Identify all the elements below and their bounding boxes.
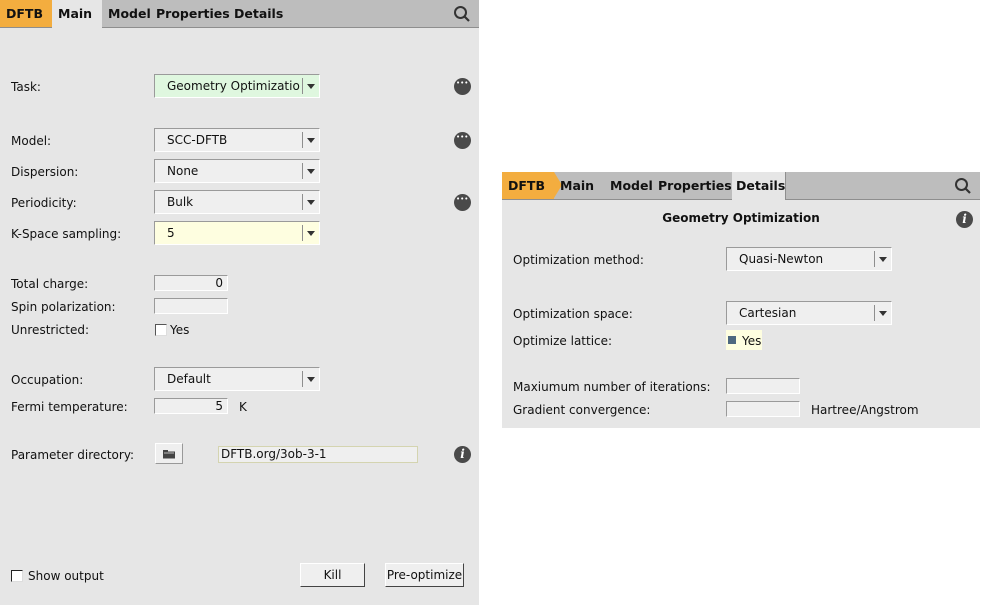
tab-properties[interactable]: Properties [156,0,230,27]
occupation-select[interactable]: Default [154,367,320,391]
occupation-label: Occupation: [11,373,84,387]
dispersion-select[interactable]: None [154,159,320,183]
breadcrumb-label: DFTB [508,178,545,193]
chevron-down-icon [307,200,315,205]
breadcrumb-dftb[interactable]: DFTB [502,172,562,199]
model-more-icon[interactable] [454,132,471,149]
optimize-lattice-label: Optimize lattice: [513,334,613,348]
unrestricted-option: Yes [170,323,190,337]
dispersion-label: Dispersion: [11,165,79,179]
pre-optimize-button[interactable]: Pre-optimize [385,563,464,587]
optimization-space-value: Cartesian [739,306,797,320]
max-iterations-label: Maxiumum number of iterations: [513,380,711,394]
tab-bar: DFTB Main Model Properties Details [502,172,980,200]
kspace-select[interactable]: 5 [154,221,320,245]
model-value: SCC-DFTB [167,133,228,147]
task-select[interactable]: Geometry Optimizatio [154,74,320,98]
spin-polarization-label: Spin polarization: [11,300,116,314]
main-panel: DFTB Main Model Properties Details Task:… [0,0,479,605]
fermi-temperature-label: Fermi temperature: [11,400,128,414]
chevron-down-icon [307,169,315,174]
model-select[interactable]: SCC-DFTB [154,128,320,152]
tab-properties[interactable]: Properties [658,172,732,199]
tab-main[interactable]: Main [560,172,594,199]
model-label: Model: [11,134,52,148]
dispersion-value: None [167,164,199,178]
chevron-down-icon [307,231,315,236]
tab-details[interactable]: Details [732,172,786,200]
optimize-lattice-checkbox[interactable] [728,336,736,344]
kspace-label: K-Space sampling: [11,227,122,241]
chevron-down-icon [879,311,887,316]
periodicity-value: Bulk [167,195,194,209]
periodicity-select[interactable]: Bulk [154,190,320,214]
optimization-method-value: Quasi-Newton [739,252,824,266]
spin-polarization-input[interactable] [154,298,228,314]
chevron-down-icon [879,257,887,262]
gradient-convergence-label: Gradient convergence: [513,403,651,417]
gradient-convergence-unit: Hartree/Angstrom [811,403,919,417]
unrestricted-label: Unrestricted: [11,323,90,337]
fermi-temperature-input[interactable]: 5 [154,398,228,414]
tab-main[interactable]: Main [52,0,102,28]
max-iterations-input[interactable] [726,378,800,394]
search-icon[interactable] [453,5,471,23]
total-charge-input[interactable]: 0 [154,275,228,291]
info-icon[interactable]: i [454,446,471,463]
details-panel: DFTB Main Model Properties Details Geome… [502,172,980,428]
parameter-directory-label: Parameter directory: [11,448,135,462]
tab-details[interactable]: Details [234,0,283,27]
task-value: Geometry Optimizatio [167,79,300,93]
occupation-value: Default [167,372,211,386]
breadcrumb-dftb[interactable]: DFTB [0,0,60,27]
task-label: Task: [11,80,41,94]
fermi-temperature-unit: K [239,400,247,414]
unrestricted-checkbox[interactable] [155,324,167,336]
chevron-down-icon [307,377,315,382]
chevron-down-icon [307,138,315,143]
parameter-directory-input[interactable]: DFTB.org/3ob-3-1 [218,446,418,463]
total-charge-label: Total charge: [11,277,89,291]
optimize-lattice-option: Yes [742,334,762,348]
optimization-space-select[interactable]: Cartesian [726,301,892,325]
breadcrumb-label: DFTB [6,6,43,21]
browse-folder-button[interactable] [155,443,183,464]
periodicity-label: Periodicity: [11,196,77,210]
optimization-space-label: Optimization space: [513,307,633,321]
tab-model[interactable]: Model [610,172,653,199]
folder-icon [163,450,175,459]
show-output-label: Show output [28,569,104,583]
tab-model[interactable]: Model [108,0,151,27]
task-more-icon[interactable] [454,78,471,95]
optimization-method-label: Optimization method: [513,253,644,267]
search-icon[interactable] [954,177,972,195]
section-title: Geometry Optimization [662,211,820,225]
optimization-method-select[interactable]: Quasi-Newton [726,247,892,271]
tab-bar: DFTB Main Model Properties Details [0,0,479,28]
kill-button[interactable]: Kill [300,563,365,587]
gradient-convergence-input[interactable] [726,401,800,417]
show-output-checkbox[interactable] [11,570,23,582]
kspace-value: 5 [167,226,175,240]
chevron-down-icon [307,84,315,89]
periodicity-more-icon[interactable] [454,194,471,211]
info-icon[interactable]: i [956,211,973,228]
